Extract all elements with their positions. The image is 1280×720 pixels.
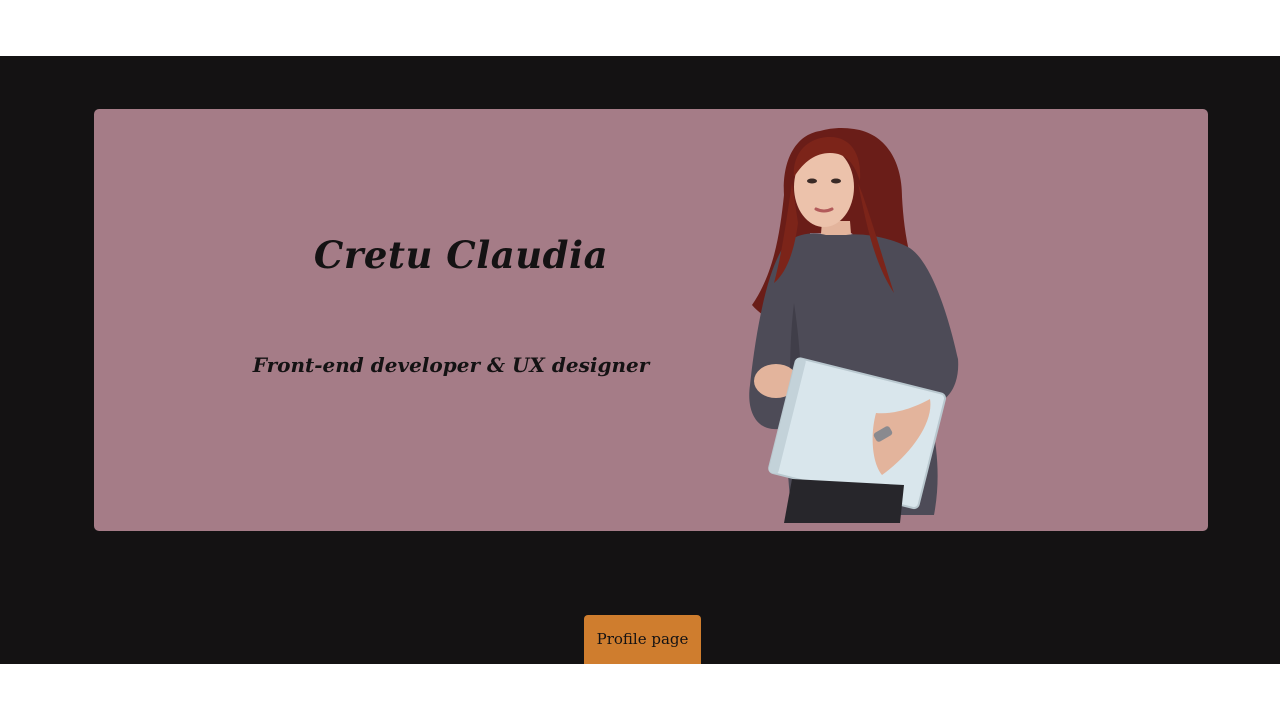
- jeans: [784, 479, 904, 523]
- hero-name: Cretu Claudia: [313, 233, 609, 277]
- profile-page-button[interactable]: Profile page: [584, 615, 701, 664]
- page-viewport: Cretu Claudia Front-end developer & UX d…: [0, 56, 1280, 664]
- hero-card: Cretu Claudia Front-end developer & UX d…: [94, 109, 1208, 531]
- hero-subtitle: Front-end developer & UX designer: [252, 353, 650, 377]
- left-eye: [807, 178, 817, 184]
- portrait-photo: [749, 127, 959, 523]
- right-eye: [831, 178, 841, 184]
